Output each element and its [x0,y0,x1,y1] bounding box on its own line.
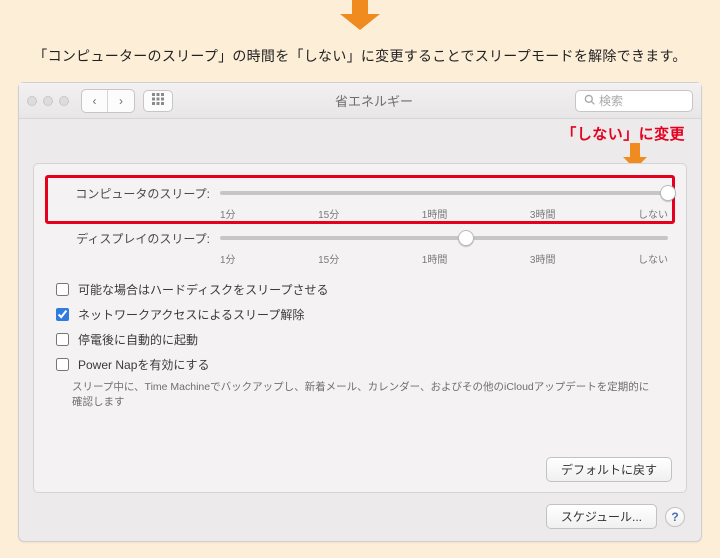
computer-sleep-block: コンピュータのスリープ: 1分 15分 1時間 3時間 しない [46,176,674,223]
option-auto-restart[interactable]: 停電後に自動的に起動 [52,330,668,349]
display-sleep-ticks: 1分 15分 1時間 3時間 しない [220,251,668,266]
traffic-minimize-icon[interactable] [43,96,53,106]
tick-label: 1分 [220,251,236,266]
chevron-right-icon: › [119,94,123,108]
option-wake-on-lan-checkbox[interactable] [56,308,69,321]
tick-label: しない [638,206,668,221]
search-placeholder: 検索 [599,92,623,109]
nav-back-forward: ‹ › [81,89,135,113]
callout-change-to-never: 「しない」に変更 [561,123,685,144]
traffic-close-icon[interactable] [27,96,37,106]
tick-label: 1分 [220,206,236,221]
computer-sleep-slider[interactable] [220,182,668,204]
tick-label: しない [638,251,668,266]
window-footer: スケジュール... ? [546,504,685,529]
option-power-nap-label: Power Napを有効にする [78,356,209,373]
option-power-nap-checkbox[interactable] [56,358,69,371]
option-power-nap-desc: スリープ中に、Time Machineでバックアップし、新着メール、カレンダー、… [72,380,652,409]
option-wake-on-lan[interactable]: ネットワークアクセスによるスリープ解除 [52,305,668,324]
tick-label: 3時間 [530,251,556,266]
option-power-nap[interactable]: Power Napを有効にする [52,355,668,374]
nav-forward-button[interactable]: › [108,90,134,112]
chevron-left-icon: ‹ [93,94,97,108]
traffic-zoom-icon[interactable] [59,96,69,106]
grid-icon [152,93,164,108]
display-sleep-label: ディスプレイのスリープ: [52,230,210,247]
window-titlebar: ‹ › 省エネルギー 検索 [19,83,701,119]
option-auto-restart-checkbox[interactable] [56,333,69,346]
display-sleep-block: ディスプレイのスリープ: 1分 15分 1時間 3時間 しない [52,227,668,266]
computer-sleep-knob[interactable] [660,185,676,201]
window-title: 省エネルギー [181,91,567,110]
tick-label: 1時間 [422,206,448,221]
tick-label: 15分 [318,206,339,221]
nav-back-button[interactable]: ‹ [82,90,108,112]
display-sleep-slider[interactable] [220,227,668,249]
restore-defaults-button[interactable]: デフォルトに戻す [546,457,672,482]
energy-saver-window: ‹ › 省エネルギー 検索 「しない」に変更 コンピュータのスリープ: [18,82,702,542]
option-wake-on-lan-label: ネットワークアクセスによるスリープ解除 [78,306,304,323]
option-hdd-sleep-label: 可能な場合はハードディスクをスリープさせる [78,281,328,298]
display-sleep-knob[interactable] [458,230,474,246]
show-all-button[interactable] [143,90,173,112]
search-icon [584,94,595,108]
option-hdd-sleep[interactable]: 可能な場合はハードディスクをスリープさせる [52,280,668,299]
help-icon: ? [671,510,678,524]
option-auto-restart-label: 停電後に自動的に起動 [78,331,198,348]
tick-label: 15分 [318,251,339,266]
window-traffic-lights [27,96,69,106]
help-button[interactable]: ? [665,507,685,527]
intro-arrow-icon [340,0,380,30]
search-input[interactable]: 検索 [575,90,693,112]
options-list: 可能な場合はハードディスクをスリープさせる ネットワークアクセスによるスリープ解… [52,280,668,409]
computer-sleep-ticks: 1分 15分 1時間 3時間 しない [220,206,668,221]
option-hdd-sleep-checkbox[interactable] [56,283,69,296]
tick-label: 1時間 [422,251,448,266]
prefs-panel: コンピュータのスリープ: 1分 15分 1時間 3時間 しない ディスプレイのス… [33,163,687,493]
schedule-button[interactable]: スケジュール... [546,504,657,529]
tick-label: 3時間 [530,206,556,221]
computer-sleep-label: コンピュータのスリープ: [52,185,210,202]
intro-text: 「コンピューターのスリープ」の時間を「しない」に変更することでスリープモードを解… [0,46,720,66]
